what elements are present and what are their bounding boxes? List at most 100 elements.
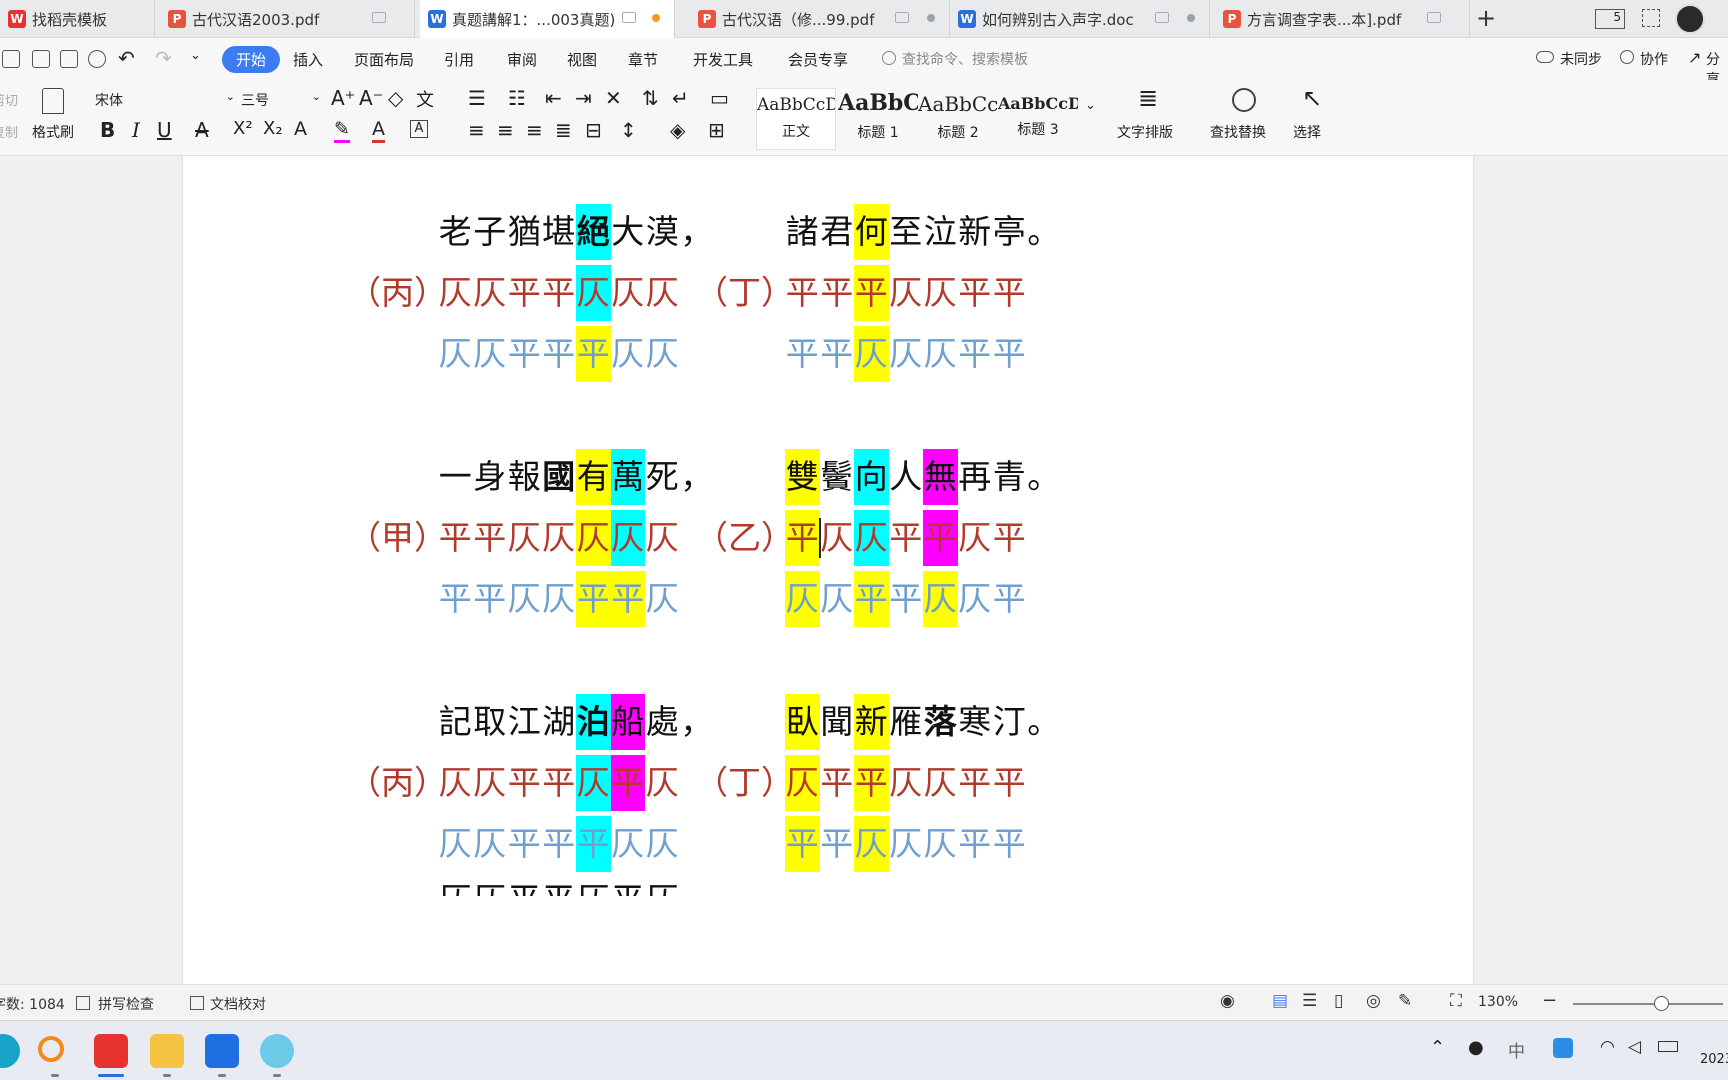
select-button[interactable]: 选择 — [1293, 122, 1321, 142]
poem-row[interactable]: 平平仄仄仄平平 — [785, 326, 1027, 382]
menu-chapter[interactable]: 章节 — [628, 49, 658, 70]
font-color-icon[interactable]: A — [372, 118, 385, 143]
redo-icon[interactable]: ↷ — [155, 46, 172, 70]
poem-row[interactable]: （甲）平平仄仄仄仄仄 — [348, 510, 680, 566]
menu-member[interactable]: 会员专享 — [788, 49, 848, 70]
print-icon[interactable] — [60, 50, 78, 68]
menu-view[interactable]: 视图 — [567, 49, 597, 70]
spell-check-button[interactable]: 拼写检查 — [98, 994, 154, 1014]
window-count-icon[interactable]: 5 — [1595, 9, 1625, 29]
poem-row[interactable]: （丙）仄仄平平仄仄仄 — [348, 265, 680, 321]
align-right-icon[interactable]: ≡ — [526, 118, 543, 142]
ime-indicator[interactable]: 中 — [1508, 1037, 1525, 1062]
collab-button[interactable]: 协作 — [1640, 49, 1668, 69]
file-explorer-icon[interactable] — [150, 1034, 184, 1068]
poem-row[interactable]: 仄仄平平平仄仄 — [438, 326, 680, 382]
web-view-icon[interactable]: ◎ — [1366, 991, 1381, 1011]
poem-row[interactable]: 雙鬢向人無再青。 — [785, 449, 1061, 505]
paint-app-icon[interactable] — [260, 1034, 294, 1068]
menu-developer[interactable]: 开发工具 — [693, 49, 753, 70]
show-marks-icon[interactable]: ↵ — [672, 86, 689, 110]
chinese-layout-icon[interactable]: ✕ — [605, 86, 622, 110]
align-left-icon[interactable]: ≡ — [468, 118, 485, 142]
poem-row[interactable]: 老子猶堪絕大漠， — [438, 204, 714, 260]
document-area[interactable]: 老子猶堪絕大漠，（丙）仄仄平平仄仄仄仄仄平平平仄仄 諸君何至泣新亭。（丁）平平平仄… — [0, 156, 1728, 984]
char-border-icon[interactable]: A — [410, 120, 428, 138]
poem-row[interactable]: （乙）平仄仄平平仄平 — [695, 510, 1027, 566]
poem-row[interactable]: （丁）平平平仄仄平平 — [695, 265, 1027, 321]
justify-icon[interactable]: ≣ — [555, 118, 572, 142]
zoom-level[interactable]: 130% — [1478, 994, 1518, 1010]
volume-icon[interactable]: ◁ — [1628, 1037, 1641, 1057]
superscript-icon[interactable]: X² — [233, 118, 253, 139]
style-heading-2[interactable]: AaBbCcI 标题 2 — [918, 88, 998, 150]
chat-app-icon[interactable] — [205, 1034, 239, 1068]
poem-row[interactable]: 仄仄平平仄仄平 — [785, 571, 1027, 627]
user-avatar[interactable] — [1675, 4, 1705, 34]
command-search-input[interactable]: 查找命令、搜索模板 — [902, 49, 1028, 69]
outline-view-icon[interactable]: ☰ — [1302, 991, 1317, 1011]
shrink-font-icon[interactable]: A⁻ — [359, 86, 383, 110]
borders-icon[interactable]: ⊞ — [708, 118, 725, 142]
text-layout-button[interactable]: 文字排版 — [1117, 122, 1173, 142]
doc-proof-button[interactable]: 文档校对 — [210, 994, 266, 1014]
document-page[interactable]: 老子猶堪絕大漠，（丙）仄仄平平仄仄仄仄仄平平平仄仄 諸君何至泣新亭。（丁）平平平仄… — [183, 156, 1473, 984]
underline-icon[interactable]: U — [157, 118, 172, 142]
menu-references[interactable]: 引用 — [444, 49, 474, 70]
poem-row[interactable]: 諸君何至泣新亭。 — [785, 204, 1061, 260]
tab-active-doc[interactable]: W 真题講解1：...003真题) — [420, 0, 675, 38]
partial-row[interactable]: 仄仄平平仄平仄 — [438, 872, 680, 896]
align-center-icon[interactable]: ≡ — [497, 118, 514, 142]
poem-row[interactable]: 平平仄仄平平仄 — [438, 571, 680, 627]
clock[interactable]: 2023 — [1700, 1052, 1728, 1067]
poem-row[interactable]: （丁）仄平平仄仄平平 — [695, 755, 1027, 811]
menu-home[interactable]: 开始 — [222, 46, 281, 73]
battery-icon[interactable] — [1658, 1041, 1678, 1052]
page-view-icon[interactable]: ▤ — [1272, 991, 1288, 1011]
zoom-slider-thumb[interactable] — [1654, 996, 1669, 1011]
bullet-list-icon[interactable]: ☰ — [468, 86, 486, 110]
quick-menu-chevron-icon[interactable]: ⌄ — [190, 48, 201, 63]
highlight-color-icon[interactable]: ✎ — [334, 118, 350, 143]
distribute-icon[interactable]: ⊟ — [585, 118, 602, 142]
numbered-list-icon[interactable]: ☷ — [508, 86, 526, 110]
italic-icon[interactable]: I — [132, 118, 140, 142]
poem-row[interactable]: 臥聞新雁落寒汀。 — [785, 694, 1061, 750]
poem-row[interactable]: （丙）仄仄平平仄平仄 — [348, 755, 680, 811]
chevron-up-icon[interactable]: ⌃ — [1430, 1037, 1445, 1058]
menu-insert[interactable]: 插入 — [293, 49, 323, 70]
shading-icon[interactable]: ◈ — [670, 118, 685, 142]
style-normal[interactable]: AaBbCcDd 正文 — [756, 88, 836, 150]
print-preview-icon[interactable] — [88, 50, 106, 68]
menu-review[interactable]: 审阅 — [507, 49, 537, 70]
phonetic-guide-icon[interactable]: 文 — [416, 86, 434, 112]
poem-row[interactable]: 記取江湖泊船處， — [438, 694, 714, 750]
poem-row[interactable]: 平平仄仄仄平平 — [785, 816, 1027, 872]
grow-font-icon[interactable]: A⁺ — [331, 86, 355, 110]
decrease-indent-icon[interactable]: ⇤ — [545, 86, 562, 110]
font-size-select[interactable]: 三号 ⌄ — [241, 90, 321, 112]
increase-indent-icon[interactable]: ⇥ — [575, 86, 592, 110]
cut-button[interactable]: 剪切 — [0, 90, 18, 109]
fit-page-icon[interactable]: ⛶ — [1450, 991, 1462, 1011]
tab-pdf-1[interactable]: P 古代汉语2003.pdf — [160, 0, 415, 38]
write-mode-icon[interactable]: ✎ — [1398, 991, 1412, 1011]
line-spacing-icon[interactable]: ↕ — [620, 118, 637, 142]
zoom-slider-track[interactable] — [1573, 1003, 1723, 1005]
find-replace-button[interactable]: 查找替换 — [1210, 122, 1266, 142]
wifi-icon[interactable]: ◠ — [1600, 1037, 1615, 1057]
menu-page-layout[interactable]: 页面布局 — [354, 49, 414, 70]
tab-template-store[interactable]: W 找稻壳模板 — [0, 0, 155, 38]
poem-row[interactable]: 一身報國有萬死， — [438, 449, 714, 505]
export-icon[interactable] — [32, 50, 50, 68]
microphone-icon[interactable]: ● — [1468, 1037, 1484, 1058]
save-icon[interactable] — [2, 50, 20, 68]
tab-pdf-2[interactable]: P 古代汉语（修...99.pdf — [690, 0, 950, 38]
strikethrough-icon[interactable]: A — [195, 118, 209, 142]
tab-pdf-3[interactable]: P 方言调查字表...本].pdf — [1215, 0, 1470, 38]
style-heading-1[interactable]: AaBbC 标题 1 — [838, 88, 918, 150]
styles-expand-icon[interactable]: ⌄ — [1085, 98, 1096, 113]
ruler-icon[interactable]: ▭ — [710, 86, 729, 110]
clear-format-icon[interactable]: ◇ — [388, 86, 403, 110]
read-view-icon[interactable]: ▯ — [1334, 991, 1343, 1011]
